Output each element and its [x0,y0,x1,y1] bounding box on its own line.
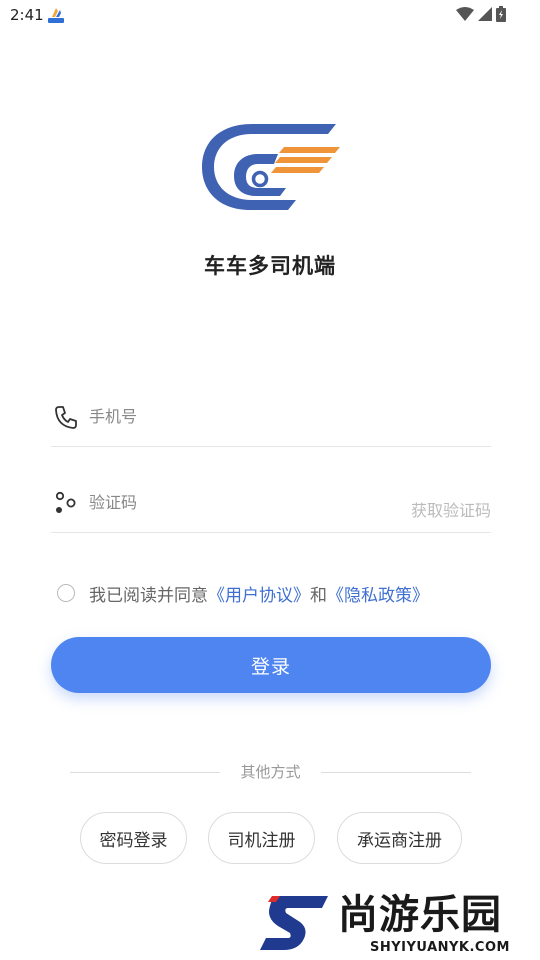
driver-register-button[interactable]: 司机注册 [208,812,315,864]
other-methods-label: 其他方式 [240,763,301,781]
status-bar: 2:41 [0,0,540,32]
app-notification-icon [48,8,64,23]
wifi-icon [456,7,474,21]
login-button[interactable]: 登录 [51,637,491,693]
divider-right [321,772,471,773]
carrier-register-button[interactable]: 承运商注册 [337,812,462,864]
agreement-conjunction: 和 [310,585,327,606]
phone-icon [55,406,77,429]
phone-field[interactable] [51,392,491,447]
verification-code-field[interactable]: 获取验证码 [51,480,491,533]
user-agreement-link[interactable]: 《用户协议》 [208,581,310,606]
status-icons [456,6,506,22]
get-code-button[interactable]: 获取验证码 [411,497,491,521]
agreement-row: 我已阅读并同意 《用户协议》 和 《隐私政策》 [57,580,429,606]
divider-left [70,772,220,773]
battery-icon [496,6,506,22]
signal-icon [478,7,492,21]
status-time: 2:41 [10,6,44,24]
agreement-prefix: 我已阅读并同意 [89,585,208,606]
verification-code-icon [55,491,76,513]
verification-code-input[interactable] [89,490,389,514]
cc-logo [202,124,340,210]
watermark: 尚游乐园 SHYIYUANYK.COM [258,892,540,958]
password-login-button[interactable]: 密码登录 [80,812,187,864]
watermark-url: SHYIYUANYK.COM [370,940,510,955]
watermark-s-logo [260,896,328,950]
agreement-checkbox[interactable] [57,584,75,602]
watermark-name: 尚游乐园 [338,892,502,938]
app-title: 车车多司机端 [204,254,336,278]
privacy-policy-link[interactable]: 《隐私政策》 [327,581,429,606]
phone-input[interactable] [89,404,389,428]
